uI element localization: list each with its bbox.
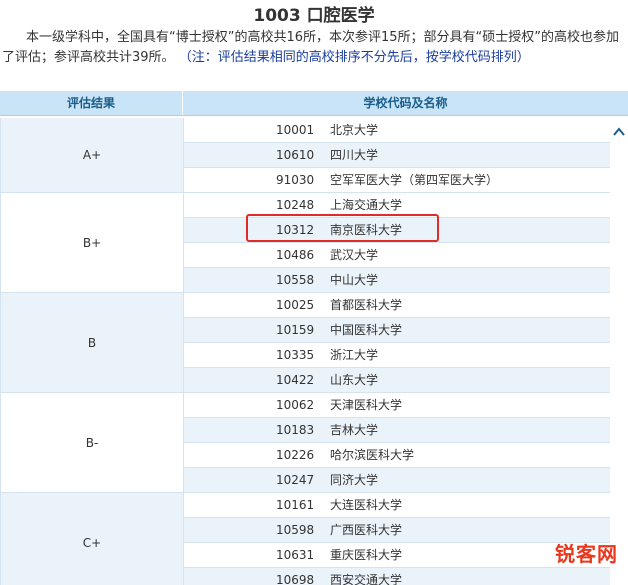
- page-title: 1003 口腔医学: [253, 6, 375, 26]
- grade-group: A+ 10001 北京大学 10610 四川大学 91030 空军军医大学（第四军医大学）: [0, 118, 610, 193]
- school-code: 10631: [276, 548, 315, 562]
- grade-cell: B+: [0, 193, 184, 292]
- school-rows: 10062 天津医科大学 10183 吉林大学 10226 哈尔滨医科大学 10247 同济大…: [184, 393, 610, 492]
- chevron-up-icon[interactable]: [613, 126, 625, 138]
- school-name: 中国医科大学: [330, 323, 403, 337]
- school-rows: 10248 上海交通大学 10312 南京医科大学 10486 武汉大学 10558 中山大学: [184, 193, 610, 292]
- school-code: 10312: [276, 223, 315, 237]
- school-name: 武汉大学: [330, 248, 379, 262]
- header-school: 学校代码及名称: [363, 96, 448, 110]
- table-row: 10183 吉林大学: [184, 418, 610, 443]
- school-rows: 10161 大连医科大学 10598 广西医科大学 10631 重庆医科大学 10698 西安…: [184, 493, 610, 585]
- school-name: 上海交通大学: [330, 198, 403, 212]
- school-code: 10335: [276, 348, 315, 362]
- scrollbar[interactable]: [610, 118, 628, 585]
- school-name: 首都医科大学: [330, 298, 403, 312]
- table-row: 10226 哈尔滨医科大学: [184, 443, 610, 468]
- school-name: 哈尔滨医科大学: [330, 448, 415, 462]
- table-header: 评估结果 学校代码及名称: [0, 91, 628, 116]
- school-rows: 10001 北京大学 10610 四川大学 91030 空军军医大学（第四军医大学）: [184, 118, 610, 192]
- school-name: 天津医科大学: [330, 398, 403, 412]
- school-name: 山东大学: [330, 373, 379, 387]
- table-row: 91030 空军军医大学（第四军医大学）: [184, 168, 610, 192]
- table-row: 10598 广西医科大学: [184, 518, 610, 543]
- grade-group: C+ 10161 大连医科大学 10598 广西医科大学 10631 重庆医科大学 10698…: [0, 493, 610, 585]
- school-name: 同济大学: [330, 473, 379, 487]
- table-row: 10610 四川大学: [184, 143, 610, 168]
- school-code: 10159: [276, 323, 315, 337]
- table-row: 10247 同济大学: [184, 468, 610, 492]
- school-name: 西安交通大学: [330, 573, 403, 585]
- table-row: 10335 浙江大学: [184, 343, 610, 368]
- school-code: 10698: [276, 573, 315, 585]
- table-row: 10631 重庆医科大学: [184, 543, 610, 568]
- school-code: 10486: [276, 248, 315, 262]
- school-code: 10001: [276, 123, 315, 137]
- school-name: 浙江大学: [330, 348, 379, 362]
- school-name: 空军军医大学（第四军医大学）: [330, 173, 499, 187]
- intro-note: （注：评估结果相同的高校排序不分先后，按学校代码排列）: [178, 50, 530, 65]
- table-body: A+ 10001 北京大学 10610 四川大学 91030 空军军医大学（第四军医大学） B…: [0, 118, 610, 585]
- school-code: 10598: [276, 523, 315, 537]
- results-table: 评估结果 学校代码及名称 A+ 10001 北京大学 10610 四川大学 91030 空军…: [0, 91, 628, 585]
- school-name: 北京大学: [330, 123, 379, 137]
- school-name: 南京医科大学: [330, 223, 403, 237]
- school-code: 10422: [276, 373, 315, 387]
- table-row: 10486 武汉大学: [184, 243, 610, 268]
- school-name: 四川大学: [330, 148, 379, 162]
- school-name: 吉林大学: [330, 423, 379, 437]
- school-code: 10558: [276, 273, 315, 287]
- table-row: 10025 首都医科大学: [184, 293, 610, 318]
- school-code: 10610: [276, 148, 315, 162]
- school-code: 10226: [276, 448, 315, 462]
- school-name: 重庆医科大学: [330, 548, 403, 562]
- school-name: 大连医科大学: [330, 498, 403, 512]
- school-name: 中山大学: [330, 273, 379, 287]
- table-row: 10558 中山大学: [184, 268, 610, 292]
- table-row: 10062 天津医科大学: [184, 393, 610, 418]
- school-name: 广西医科大学: [330, 523, 403, 537]
- table-row: 10161 大连医科大学: [184, 493, 610, 518]
- page: 1003 口腔医学 本一级学科中，全国具有“博士授权”的高校共16所，本次参评1…: [0, 0, 628, 585]
- table-row: 10698 西安交通大学: [184, 568, 610, 585]
- grade-cell: B: [0, 293, 184, 392]
- grade-cell: C+: [0, 493, 184, 585]
- school-code: 10248: [276, 198, 315, 212]
- grade-group: B+ 10248 上海交通大学 10312 南京医科大学 10486 武汉大学 10558 中山…: [0, 193, 610, 293]
- school-code: 91030: [276, 173, 315, 187]
- intro-paragraph: 本一级学科中，全国具有“博士授权”的高校共16所，本次参评15所；部分具有“硕士…: [0, 28, 628, 72]
- school-code: 10062: [276, 398, 315, 412]
- table-row: 10248 上海交通大学: [184, 193, 610, 218]
- school-code: 10025: [276, 298, 315, 312]
- table-row: 10312 南京医科大学: [184, 218, 610, 243]
- header-grade: 评估结果: [0, 91, 183, 115]
- grade-cell: A+: [0, 118, 184, 192]
- grade-group: B- 10062 天津医科大学 10183 吉林大学 10226 哈尔滨医科大学 10247 同…: [0, 393, 610, 493]
- table-row: 10159 中国医科大学: [184, 318, 610, 343]
- school-code: 10247: [276, 473, 315, 487]
- school-code: 10183: [276, 423, 315, 437]
- table-row: 10422 山东大学: [184, 368, 610, 392]
- watermark-logo: 锐客网: [555, 542, 618, 566]
- school-rows: 10025 首都医科大学 10159 中国医科大学 10335 浙江大学 10422 山东大学: [184, 293, 610, 392]
- table-row: 10001 北京大学: [184, 118, 610, 143]
- school-code: 10161: [276, 498, 315, 512]
- grade-group: B 10025 首都医科大学 10159 中国医科大学 10335 浙江大学 10422 山东大…: [0, 293, 610, 393]
- grade-cell: B-: [0, 393, 184, 492]
